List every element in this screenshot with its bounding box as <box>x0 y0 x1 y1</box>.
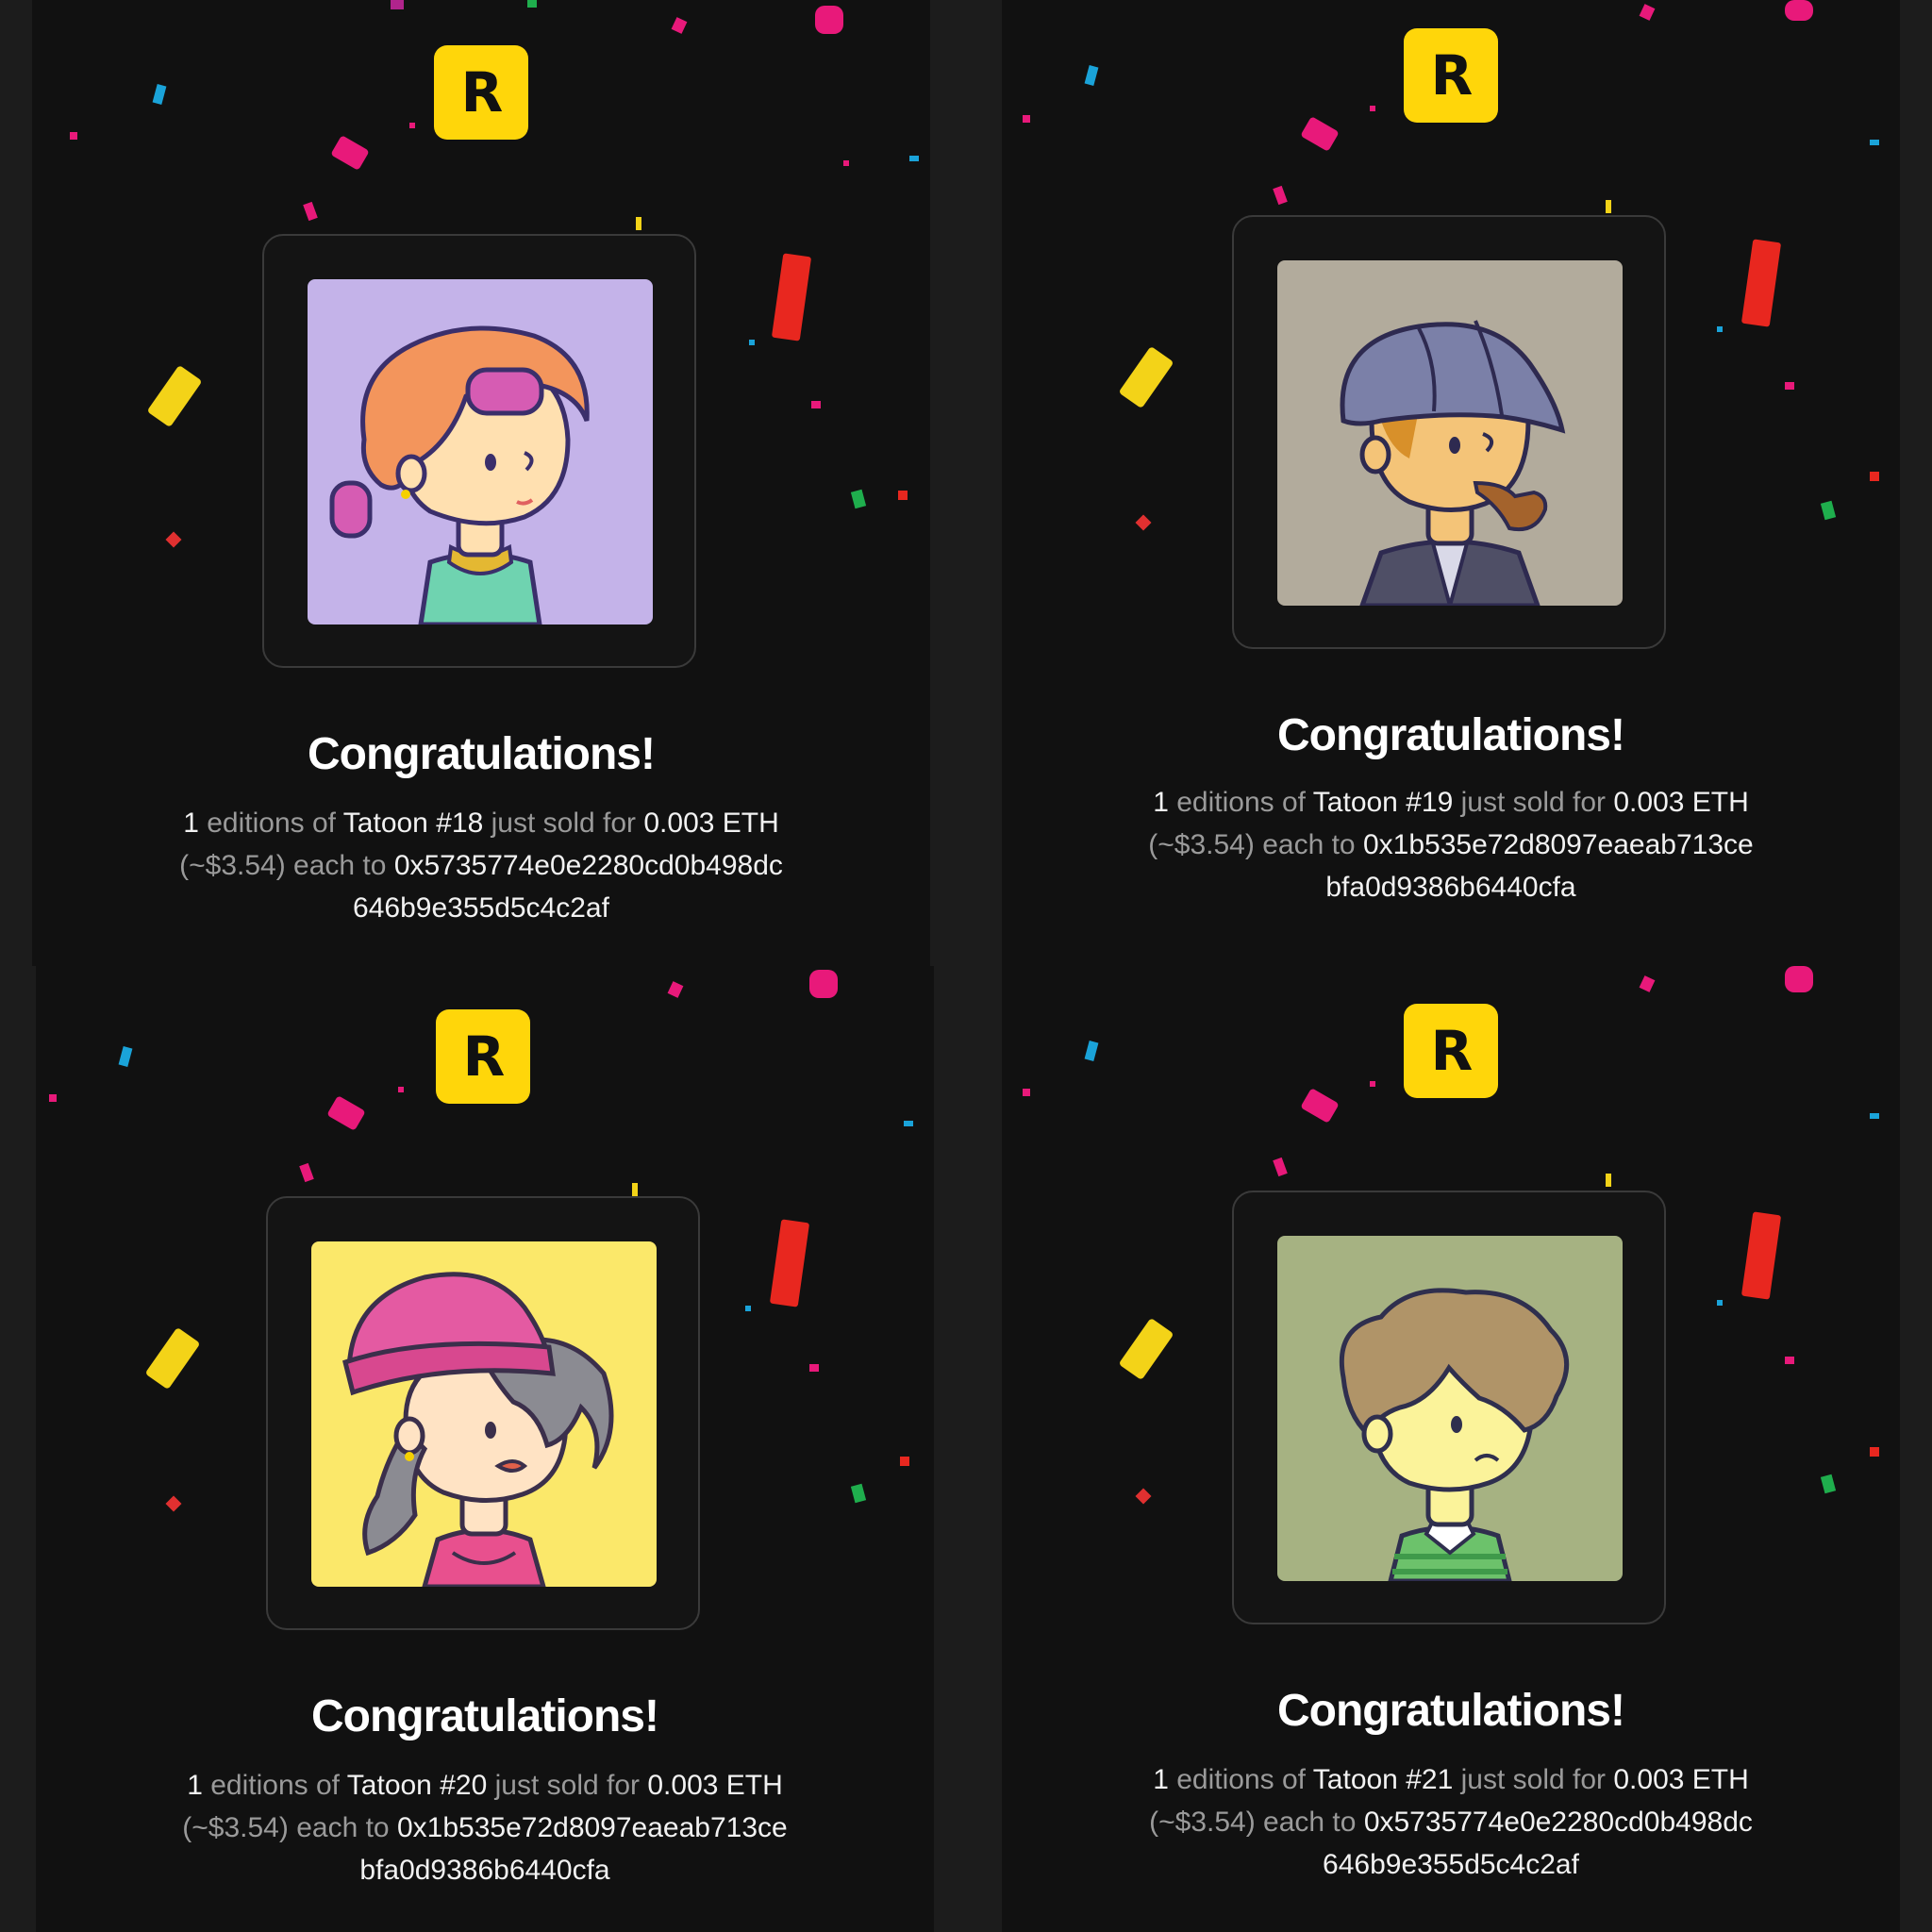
sale-message: 1 editions of Tatoon #20 just sold for 0… <box>177 1764 792 1891</box>
nft-artwork-frame <box>266 1196 700 1630</box>
usd-price: (~$3.54) <box>179 850 286 881</box>
nft-artwork-frame <box>262 234 696 668</box>
rarible-logo[interactable]: R <box>1404 1004 1498 1098</box>
price-currency: ETH <box>1691 1764 1749 1795</box>
congratulations-heading: Congratulations! <box>1277 710 1625 760</box>
nft-artwork-image[interactable] <box>308 279 653 625</box>
edition-count: 1 <box>1153 787 1169 818</box>
message-text: each to <box>293 850 387 881</box>
nft-artwork-image[interactable] <box>1277 260 1623 606</box>
edition-count: 1 <box>183 808 199 839</box>
usd-price: (~$3.54) <box>1148 829 1255 860</box>
congratulations-heading: Congratulations! <box>308 729 656 779</box>
message-text: each to <box>1263 1807 1357 1838</box>
message-text: just sold for <box>1460 1764 1607 1795</box>
message-text: each to <box>296 1812 390 1843</box>
message-text: editions of <box>1176 787 1306 818</box>
rarible-logo[interactable]: R <box>1404 28 1498 123</box>
nft-item-name[interactable]: Tatoon #19 <box>1313 787 1453 818</box>
usd-price: (~$3.54) <box>182 1812 289 1843</box>
sale-notification-card: R Congratulations! 1 editions of Tatoon … <box>1002 966 1900 1932</box>
edition-count: 1 <box>187 1770 203 1801</box>
message-text: editions of <box>207 808 336 839</box>
message-text: editions of <box>210 1770 340 1801</box>
message-text: just sold for <box>491 808 637 839</box>
usd-price: (~$3.54) <box>1149 1807 1256 1838</box>
message-text: editions of <box>1176 1764 1306 1795</box>
edition-count: 1 <box>1153 1764 1169 1795</box>
sale-notification-card: R Congratulations! 1 editions of Tatoon … <box>1002 0 1900 966</box>
nft-artwork-image[interactable] <box>1277 1236 1623 1581</box>
message-text: just sold for <box>494 1770 641 1801</box>
buyer-address[interactable]: 0x5735774e0e2280cd0b498dc646b9e355d5c4c2… <box>353 850 783 924</box>
nft-item-name[interactable]: Tatoon #21 <box>1313 1764 1453 1795</box>
price-currency: ETH <box>722 808 779 839</box>
message-text: just sold for <box>1460 787 1607 818</box>
rarible-logo[interactable]: R <box>436 1009 530 1104</box>
sale-message: 1 editions of Tatoon #18 just sold for 0… <box>174 802 789 929</box>
price-amount: 0.003 <box>1613 787 1685 818</box>
buyer-address[interactable]: 0x1b535e72d8097eaeab713cebfa0d9386b6440c… <box>1325 829 1753 903</box>
nft-artwork-frame <box>1232 215 1666 649</box>
sale-message: 1 editions of Tatoon #19 just sold for 0… <box>1143 781 1758 908</box>
congratulations-heading: Congratulations! <box>1277 1686 1625 1736</box>
price-amount: 0.003 <box>1613 1764 1685 1795</box>
price-currency: ETH <box>725 1770 783 1801</box>
price-amount: 0.003 <box>643 808 715 839</box>
price-amount: 0.003 <box>647 1770 719 1801</box>
buyer-address[interactable]: 0x1b535e72d8097eaeab713cebfa0d9386b6440c… <box>359 1812 787 1886</box>
sale-notification-card: R Congratulations! 1 editions of Tatoon … <box>32 0 930 966</box>
nft-artwork-image[interactable] <box>311 1241 657 1587</box>
price-currency: ETH <box>1691 787 1749 818</box>
buyer-address[interactable]: 0x5735774e0e2280cd0b498dc646b9e355d5c4c2… <box>1323 1807 1753 1880</box>
message-text: each to <box>1262 829 1356 860</box>
sale-message: 1 editions of Tatoon #21 just sold for 0… <box>1143 1758 1758 1886</box>
sale-notification-card: R Congratulations! 1 editions of Tatoon … <box>36 966 934 1932</box>
congratulations-heading: Congratulations! <box>311 1691 659 1741</box>
rarible-logo[interactable]: R <box>434 45 528 140</box>
nft-item-name[interactable]: Tatoon #18 <box>343 808 483 839</box>
nft-artwork-frame <box>1232 1191 1666 1624</box>
nft-item-name[interactable]: Tatoon #20 <box>347 1770 487 1801</box>
